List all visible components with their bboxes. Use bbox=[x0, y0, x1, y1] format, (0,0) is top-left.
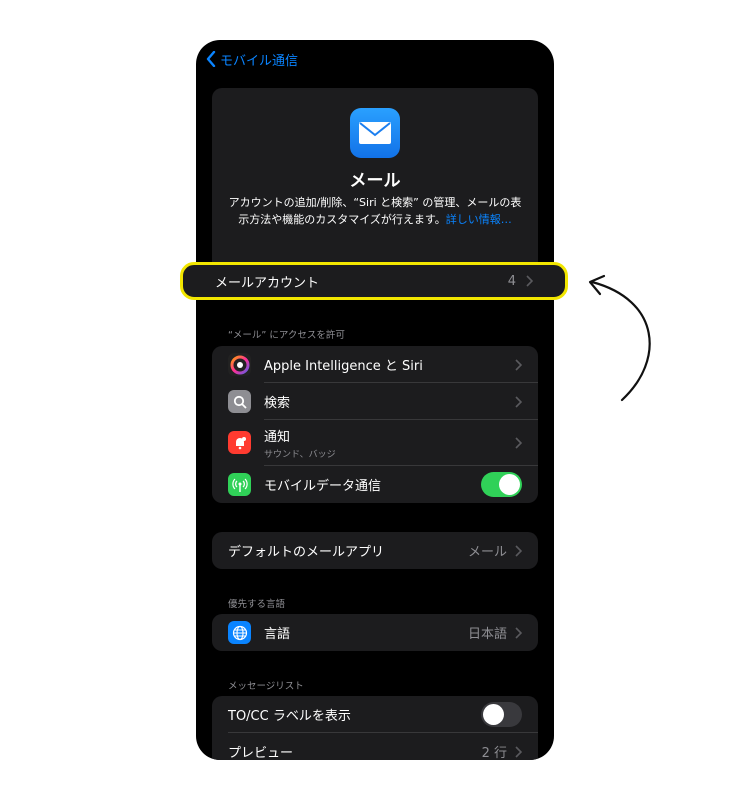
language-group: 言語 日本語 bbox=[212, 614, 538, 651]
row-cellular-data: モバイルデータ通信 bbox=[212, 466, 538, 503]
row-tocc-label: TO/CC ラベルを表示 bbox=[212, 696, 538, 733]
mail-accounts-label: メールアカウント bbox=[215, 275, 320, 291]
chevron-right-icon bbox=[515, 544, 522, 557]
chevron-right-icon bbox=[515, 358, 522, 371]
row-search[interactable]: 検索 bbox=[212, 383, 538, 420]
mail-accounts-count: 4 bbox=[507, 273, 516, 289]
app-header-card: メール アカウントの追加/削除、“Siri と検索” の管理、メールの表示方法や… bbox=[212, 88, 538, 288]
app-description: アカウントの追加/削除、“Siri と検索” の管理、メールの表示方法や機能のカ… bbox=[228, 196, 522, 226]
chevron-left-icon bbox=[206, 51, 216, 67]
mail-accounts-row-highlighted[interactable]: メールアカウント 4 bbox=[180, 262, 568, 300]
search-icon bbox=[228, 390, 251, 413]
mail-app-icon bbox=[350, 108, 400, 158]
notification-icon bbox=[228, 431, 251, 454]
message-list-group: TO/CC ラベルを表示 プレビュー 2 行 bbox=[212, 696, 538, 760]
learn-more-link[interactable]: 詳しい情報… bbox=[446, 213, 512, 226]
language-section-header: 優先する言語 bbox=[228, 599, 286, 610]
back-button[interactable]: モバイル通信 bbox=[206, 48, 298, 70]
notification-sublabel: サウンド、バッジ bbox=[264, 450, 336, 460]
row-preview[interactable]: プレビュー 2 行 bbox=[212, 733, 538, 760]
cellular-icon bbox=[228, 473, 251, 496]
chevron-right-icon bbox=[515, 437, 522, 449]
chevron-right-icon bbox=[515, 745, 522, 758]
chevron-right-icon bbox=[515, 626, 522, 639]
phone-screen: モバイル通信 メール アカウントの追加/削除、“Siri と検索” の管理、メー… bbox=[196, 40, 554, 760]
globe-icon bbox=[228, 621, 251, 644]
row-language[interactable]: 言語 日本語 bbox=[212, 614, 538, 651]
row-default-mail-app[interactable]: デフォルトのメールアプリ メール bbox=[212, 532, 538, 569]
chevron-right-icon bbox=[526, 275, 533, 287]
row-apple-intelligence[interactable]: Apple Intelligence と Siri bbox=[212, 346, 538, 383]
app-name: メール bbox=[349, 171, 401, 191]
row-notifications[interactable]: 通知 サウンド、バッジ bbox=[212, 420, 538, 466]
back-label: モバイル通信 bbox=[220, 53, 299, 69]
default-app-group: デフォルトのメールアプリ メール bbox=[212, 532, 538, 569]
apple-intelligence-icon bbox=[228, 353, 251, 376]
pointer-arrow-icon bbox=[588, 274, 651, 402]
cellular-data-toggle[interactable] bbox=[481, 472, 522, 497]
chevron-right-icon bbox=[515, 395, 522, 408]
message-list-section-header: メッセージリスト bbox=[228, 681, 304, 692]
tocc-toggle[interactable] bbox=[481, 702, 522, 727]
access-group: Apple Intelligence と Siri 検索 通知 サウンド、バッジ bbox=[212, 346, 538, 503]
access-section-header: “メール” にアクセスを許可 bbox=[228, 330, 345, 341]
